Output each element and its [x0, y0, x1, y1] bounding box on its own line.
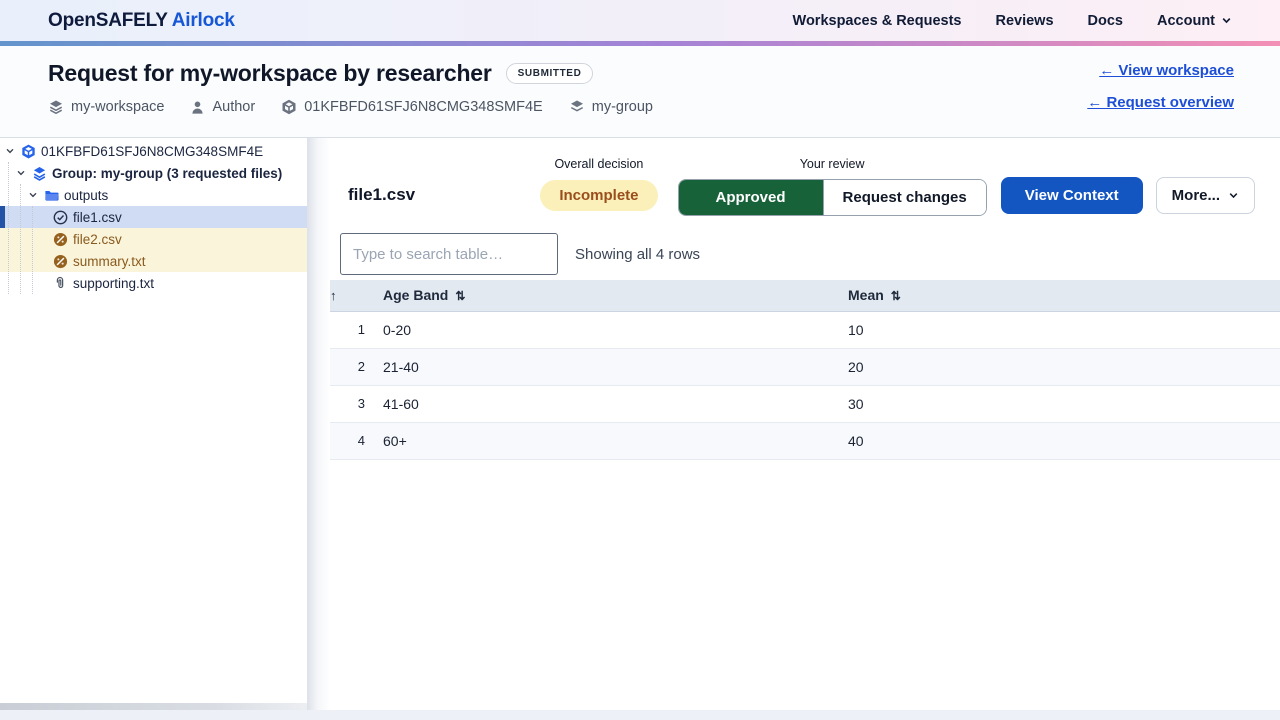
rows-status-text: Showing all 4 rows: [575, 246, 700, 263]
pending-review-icon: [53, 254, 68, 269]
tree-item-outputs-folder[interactable]: outputs: [0, 184, 307, 206]
your-review-label: Your review: [800, 157, 865, 171]
tree-item-label: summary.txt: [73, 254, 146, 269]
cell-mean: 20: [848, 348, 1280, 385]
table-row: 3 41-60 30: [330, 385, 1280, 422]
meta-author-label: Author: [212, 99, 255, 115]
approved-check-icon: [53, 210, 68, 225]
tree-item-label: Group: my-group (3 requested files): [52, 166, 282, 181]
nav-account-menu[interactable]: Account: [1157, 13, 1232, 29]
meta-request-id-label: 01KFBFD61SFJ6N8CMG348SMF4E: [304, 99, 543, 115]
tree-item-request-root[interactable]: 01KFBFD61SFJ6N8CMG348SMF4E: [0, 140, 307, 162]
page-bottom-gap: [0, 710, 1280, 720]
paperclip-icon: [53, 276, 67, 290]
panel-resize-handle[interactable]: [307, 138, 330, 710]
cell-age-band: 21-40: [374, 348, 848, 385]
file-review-panel: file1.csv Overall decision Incomplete Yo…: [330, 138, 1280, 710]
group-layers-icon: [32, 166, 47, 181]
table-search-input[interactable]: [340, 233, 558, 275]
user-icon: [190, 100, 205, 115]
chevron-down-icon: [28, 190, 38, 200]
nav-items: Workspaces & Requests Reviews Docs Accou…: [793, 13, 1232, 29]
tree-item-label: outputs: [64, 188, 108, 203]
table-row: 2 21-40 20: [330, 348, 1280, 385]
file-title: file1.csv: [348, 185, 415, 205]
cube-icon: [281, 99, 297, 115]
brand-secondary: Airlock: [172, 10, 235, 31]
cell-age-band: 41-60: [374, 385, 848, 422]
cell-age-band: 0-20: [374, 311, 848, 348]
meta-request-id: 01KFBFD61SFJ6N8CMG348SMF4E: [281, 99, 543, 115]
nav-account-label: Account: [1157, 13, 1215, 29]
data-table: ↑ Age Band ⇅ Mean ⇅ 1 0-20 10 2 21-40 20 3: [330, 280, 1280, 460]
sort-asc-icon[interactable]: ↑: [330, 288, 337, 303]
brand-primary: OpenSAFELY: [48, 10, 168, 31]
column-header-age-band[interactable]: Age Band: [383, 287, 448, 303]
tree-item-file1[interactable]: file1.csv: [0, 206, 307, 228]
layers-icon: [569, 99, 585, 115]
pending-review-icon: [53, 232, 68, 247]
tree-item-group[interactable]: Group: my-group (3 requested files): [0, 162, 307, 184]
nav-reviews[interactable]: Reviews: [995, 13, 1053, 29]
meta-workspace: my-workspace: [48, 99, 164, 115]
sort-toggle-icon[interactable]: ⇅: [891, 289, 901, 303]
request-header: Request for my-workspace by researcher S…: [0, 46, 1280, 138]
row-number: 4: [330, 422, 374, 459]
table-row: 4 60+ 40: [330, 422, 1280, 459]
row-number: 1: [330, 311, 374, 348]
tree-item-label: supporting.txt: [73, 276, 154, 291]
tree-item-label: file1.csv: [73, 210, 122, 225]
more-button[interactable]: More...: [1156, 177, 1255, 214]
nav-workspaces-requests[interactable]: Workspaces & Requests: [793, 13, 962, 29]
tree-item-supporting[interactable]: supporting.txt: [0, 272, 307, 294]
tree-item-label: 01KFBFD61SFJ6N8CMG348SMF4E: [41, 144, 263, 159]
top-navbar: OpenSAFELYAirlock Workspaces & Requests …: [0, 0, 1280, 41]
chevron-down-icon: [5, 146, 15, 156]
layers-icon: [48, 99, 64, 115]
airlock-cube-icon: [21, 144, 36, 159]
request-meta-row: my-workspace Author 01KFBFD61SFJ6N8CMG34…: [48, 99, 1234, 115]
cell-mean: 40: [848, 422, 1280, 459]
table-header-row: ↑ Age Band ⇅ Mean ⇅: [330, 280, 1280, 311]
row-number: 2: [330, 348, 374, 385]
chevron-down-icon: [1228, 190, 1239, 201]
sort-toggle-icon[interactable]: ⇅: [455, 289, 465, 303]
page-title: Request for my-workspace by researcher: [48, 60, 492, 87]
cell-mean: 30: [848, 385, 1280, 422]
overall-decision-badge: Incomplete: [540, 180, 657, 211]
sidebar-scrollbar[interactable]: [0, 703, 307, 710]
request-changes-button[interactable]: Request changes: [823, 180, 986, 215]
overall-decision-label: Overall decision: [554, 157, 643, 171]
tree-item-label: file2.csv: [73, 232, 122, 247]
cell-age-band: 60+: [374, 422, 848, 459]
meta-group-label: my-group: [592, 99, 653, 115]
view-workspace-link[interactable]: ← View workspace: [1099, 62, 1234, 79]
chevron-down-icon: [1221, 15, 1232, 26]
table-row: 1 0-20 10: [330, 311, 1280, 348]
row-number: 3: [330, 385, 374, 422]
request-overview-link[interactable]: ← Request overview: [1087, 94, 1234, 111]
column-header-mean[interactable]: Mean: [848, 287, 884, 303]
chevron-down-icon: [16, 168, 26, 178]
tree-item-summary[interactable]: summary.txt: [0, 250, 307, 272]
review-button-group: Approved Request changes: [678, 179, 987, 216]
view-context-button[interactable]: View Context: [1001, 177, 1143, 214]
file-tree-sidebar: 01KFBFD61SFJ6N8CMG348SMF4E Group: my-gro…: [0, 138, 307, 710]
approved-button[interactable]: Approved: [679, 180, 823, 215]
meta-author: Author: [190, 99, 255, 115]
nav-docs[interactable]: Docs: [1088, 13, 1123, 29]
cell-mean: 10: [848, 311, 1280, 348]
more-button-label: More...: [1172, 187, 1220, 204]
status-badge: SUBMITTED: [506, 63, 594, 84]
folder-icon: [44, 188, 59, 203]
tree-item-file2[interactable]: file2.csv: [0, 228, 307, 250]
brand-logo[interactable]: OpenSAFELYAirlock: [48, 10, 235, 32]
content-area: 01KFBFD61SFJ6N8CMG348SMF4E Group: my-gro…: [0, 138, 1280, 710]
meta-workspace-label: my-workspace: [71, 99, 164, 115]
meta-group: my-group: [569, 99, 653, 115]
